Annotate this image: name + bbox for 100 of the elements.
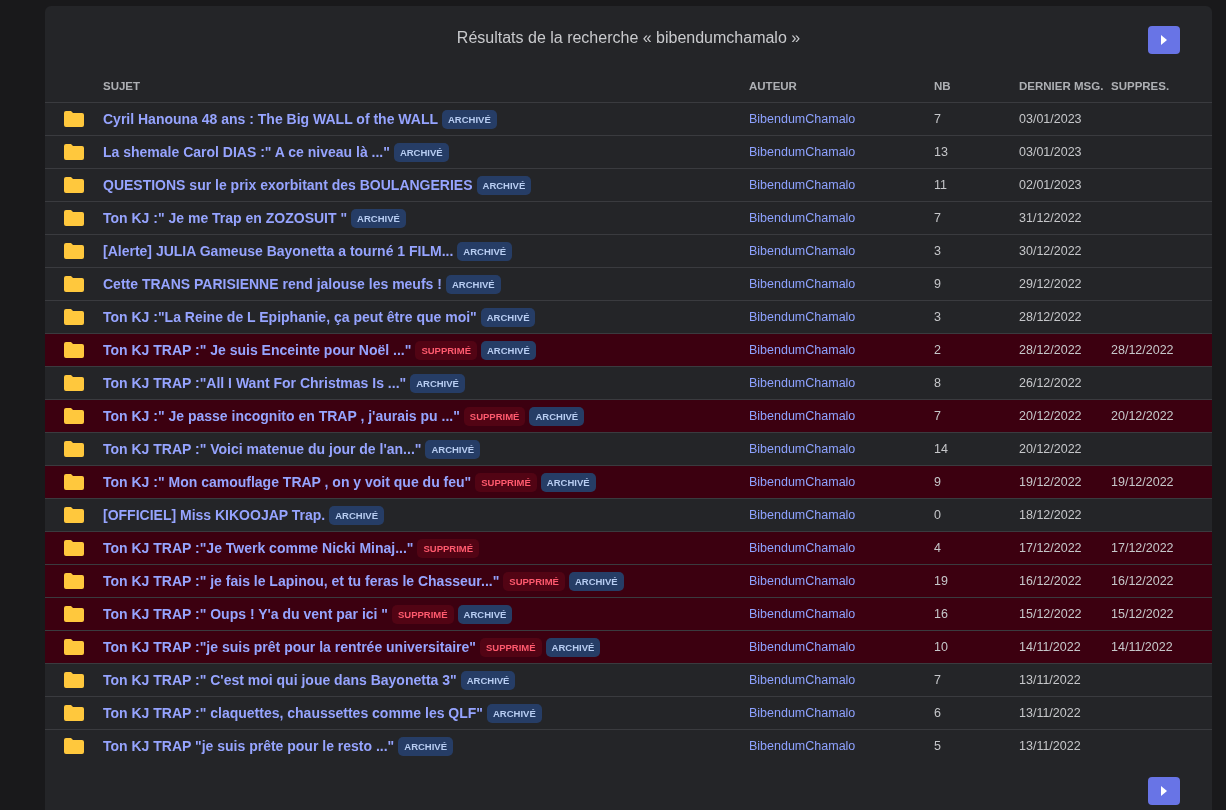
deleted-topic-row[interactable]: Ton KJ :" Je passe incognito en TRAP , j'aurais pu ..." SUPPRIMÉ ARCHIVÉ BibendumChamalo 7 20/12/2022 20/12/2022	[45, 399, 1212, 432]
deletion-date: 28/12/2022	[1111, 343, 1175, 357]
message-count: 7	[934, 211, 942, 225]
last-message-date: 13/11/2022	[1019, 673, 1082, 687]
topic-link[interactable]: QUESTIONS sur le prix exorbitant des BOULANGERIES	[103, 177, 473, 193]
column-header: NB	[934, 80, 952, 92]
folder-icon	[64, 672, 84, 688]
topic-row[interactable]: Ton KJ TRAP :" claquettes, chaussettes comme les QLF" ARCHIVÉ BibendumChamalo 6 13/11/2022	[45, 696, 1212, 729]
archived-badge: ARCHIVÉ	[540, 472, 596, 492]
author-link[interactable]: BibendumChamalo	[749, 310, 934, 324]
column-header: SUPPRES.	[1111, 80, 1171, 92]
message-count: 16	[934, 607, 949, 621]
topic-link[interactable]: Ton KJ TRAP :" je fais le Lapinou, et tu feras le Chasseur..."	[103, 573, 500, 589]
author-link[interactable]: BibendumChamalo	[749, 211, 934, 225]
archived-badge: ARCHIVÉ	[481, 340, 536, 360]
author-link[interactable]: BibendumChamalo	[749, 112, 934, 126]
deleted-badge: SUPPRIMÉ	[479, 637, 542, 657]
topic-link[interactable]: Ton KJ TRAP :"Je Twerk comme Nicki Minaj..."	[103, 540, 414, 556]
topic-row[interactable]: Ton KJ TRAP :" C'est moi qui joue dans Bayonetta 3" ARCHIVÉ BibendumChamalo 7 13/11/2022	[45, 663, 1212, 696]
deletion-date: 20/12/2022	[1111, 409, 1175, 423]
last-message-date: 31/12/2022	[1019, 211, 1083, 225]
topic-link[interactable]: Ton KJ TRAP :" Voici matenue du jour de l'an..."	[103, 441, 422, 457]
folder-icon	[64, 210, 84, 226]
archived-badge: ARCHIVÉ	[445, 274, 501, 294]
last-message-date: 20/12/2022	[1019, 409, 1083, 423]
author-link[interactable]: BibendumChamalo	[749, 508, 934, 522]
deleted-topic-row[interactable]: Ton KJ TRAP :" Je suis Enceinte pour Noël ..." SUPPRIMÉ ARCHIVÉ BibendumChamalo 2 28/12/2022 28/12/2022	[45, 333, 1212, 366]
author-link[interactable]: BibendumChamalo	[749, 475, 934, 489]
topic-link[interactable]: Cyril Hanouna 48 ans : The Big WALL of the WALL	[103, 111, 438, 127]
topic-link[interactable]: La shemale Carol DIAS :" A ce niveau là ..."	[103, 144, 390, 160]
topic-link[interactable]: [Alerte] JULIA Gameuse Bayonetta a tourné 1 FILM...	[103, 243, 454, 259]
archived-badge: ARCHIVÉ	[476, 175, 532, 195]
message-count: 8	[934, 376, 942, 390]
archived-badge: ARCHIVÉ	[545, 637, 601, 657]
last-message-date: 13/11/2022	[1019, 706, 1082, 720]
author-link[interactable]: BibendumChamalo	[749, 607, 934, 621]
deleted-topic-row[interactable]: Ton KJ TRAP :" je fais le Lapinou, et tu feras le Chasseur..." SUPPRIMÉ ARCHIVÉ BibendumChamalo 19 16/12/2022 16/12/2022	[45, 564, 1212, 597]
message-count: 19	[934, 574, 949, 588]
last-message-date: 29/12/2022	[1019, 277, 1083, 291]
author-link[interactable]: BibendumChamalo	[749, 277, 934, 291]
author-link[interactable]: BibendumChamalo	[749, 442, 934, 456]
last-message-date: 28/12/2022	[1019, 310, 1083, 324]
topic-row[interactable]: Ton KJ TRAP "je suis prête pour le resto ..." ARCHIVÉ BibendumChamalo 5 13/11/2022	[45, 729, 1212, 762]
deleted-badge: SUPPRIMÉ	[417, 538, 480, 558]
message-count: 3	[934, 244, 942, 258]
author-link[interactable]: BibendumChamalo	[749, 409, 934, 423]
topic-link[interactable]: Ton KJ TRAP :" claquettes, chaussettes comme les QLF"	[103, 705, 483, 721]
author-link[interactable]: BibendumChamalo	[749, 376, 934, 390]
topic-row[interactable]: Cette TRANS PARISIENNE rend jalouse les meufs ! ARCHIVÉ BibendumChamalo 9 29/12/2022	[45, 267, 1212, 300]
topic-link[interactable]: Cette TRANS PARISIENNE rend jalouse les meufs !	[103, 276, 442, 292]
topic-link[interactable]: Ton KJ TRAP :" Oups ! Y'a du vent par ici "	[103, 606, 388, 622]
author-link[interactable]: BibendumChamalo	[749, 673, 934, 687]
author-link[interactable]: BibendumChamalo	[749, 145, 934, 159]
author-link[interactable]: BibendumChamalo	[749, 574, 934, 588]
deletion-date: 16/12/2022	[1111, 574, 1175, 588]
author-link[interactable]: BibendumChamalo	[749, 244, 934, 258]
topic-link[interactable]: [OFFICIEL] Miss KIKOOJAP Trap.	[103, 507, 326, 523]
folder-icon	[64, 111, 84, 127]
last-message-date: 20/12/2022	[1019, 442, 1083, 456]
topic-link[interactable]: Ton KJ TRAP :" C'est moi qui joue dans Bayonetta 3"	[103, 672, 457, 688]
archived-badge: ARCHIVÉ	[568, 571, 624, 591]
author-link[interactable]: BibendumChamalo	[749, 640, 934, 654]
topic-link[interactable]: Ton KJ TRAP :" Je suis Enceinte pour Noël ..."	[103, 342, 412, 358]
deleted-topic-row[interactable]: Ton KJ :" Mon camouflage TRAP , on y voit que du feu" SUPPRIMÉ ARCHIVÉ BibendumChamalo 9 19/12/2022 19/12/2022	[45, 465, 1212, 498]
deleted-topic-row[interactable]: Ton KJ TRAP :"je suis prêt pour la rentrée universitaire" SUPPRIMÉ ARCHIVÉ BibendumChamalo 10 14/11/2022 14/11/2022	[45, 630, 1212, 663]
deleted-badge: SUPPRIMÉ	[503, 571, 565, 591]
folder-icon	[64, 639, 84, 655]
topic-link[interactable]: Ton KJ TRAP "je suis prête pour le resto ..."	[103, 738, 395, 754]
topic-link[interactable]: Ton KJ :" Je passe incognito en TRAP , j'aurais pu ..."	[103, 408, 460, 424]
archived-badge: ARCHIVÉ	[460, 670, 516, 690]
deleted-topic-row[interactable]: Ton KJ TRAP :" Oups ! Y'a du vent par ici " SUPPRIMÉ ARCHIVÉ BibendumChamalo 16 15/12/2022 15/12/2022	[45, 597, 1212, 630]
topic-link[interactable]: Ton KJ TRAP :"All I Want For Christmas Is ..."	[103, 375, 407, 391]
topic-row[interactable]: QUESTIONS sur le prix exorbitant des BOULANGERIES ARCHIVÉ BibendumChamalo 11 02/01/2023	[45, 168, 1212, 201]
folder-icon	[64, 408, 84, 424]
next-page-button[interactable]	[1148, 26, 1180, 54]
topic-link[interactable]: Ton KJ :"La Reine de L Epiphanie, ça peut être que moi"	[103, 309, 477, 325]
last-message-date: 16/12/2022	[1019, 574, 1083, 588]
folder-icon	[64, 507, 84, 523]
folder-icon	[64, 606, 84, 622]
author-link[interactable]: BibendumChamalo	[749, 178, 934, 192]
next-page-button[interactable]	[1148, 777, 1180, 805]
topic-row[interactable]: La shemale Carol DIAS :" A ce niveau là ..." ARCHIVÉ BibendumChamalo 13 03/01/2023	[45, 135, 1212, 168]
topic-row[interactable]: Ton KJ :" Je me Trap en ZOZOSUIT " ARCHIVÉ BibendumChamalo 7 31/12/2022	[45, 201, 1212, 234]
folder-icon	[64, 342, 84, 358]
topic-link[interactable]: Ton KJ TRAP :"je suis prêt pour la rentrée universitaire"	[103, 639, 476, 655]
topic-link[interactable]: Ton KJ :" Mon camouflage TRAP , on y voit que du feu"	[103, 474, 472, 490]
topic-link[interactable]: Ton KJ :" Je me Trap en ZOZOSUIT "	[103, 210, 348, 226]
deleted-topic-row[interactable]: Ton KJ TRAP :"Je Twerk comme Nicki Minaj..." SUPPRIMÉ BibendumChamalo 4 17/12/2022 17/12/2022	[45, 531, 1212, 564]
author-link[interactable]: BibendumChamalo	[749, 739, 934, 753]
deleted-badge: SUPPRIMÉ	[415, 340, 477, 360]
author-link[interactable]: BibendumChamalo	[749, 706, 934, 720]
author-link[interactable]: BibendumChamalo	[749, 541, 934, 555]
last-message-date: 15/12/2022	[1019, 607, 1083, 621]
topic-row[interactable]: [Alerte] JULIA Gameuse Bayonetta a tourné 1 FILM... ARCHIVÉ BibendumChamalo 3 30/12/2022	[45, 234, 1212, 267]
message-count: 14	[934, 442, 949, 456]
archived-badge: ARCHIVÉ	[486, 703, 542, 723]
archived-badge: ARCHIVÉ	[457, 241, 513, 261]
author-link[interactable]: BibendumChamalo	[749, 343, 934, 357]
folder-icon	[64, 738, 84, 754]
topic-row[interactable]: Cyril Hanouna 48 ans : The Big WALL of the WALL ARCHIVÉ BibendumChamalo 7 03/01/2023	[45, 102, 1212, 135]
